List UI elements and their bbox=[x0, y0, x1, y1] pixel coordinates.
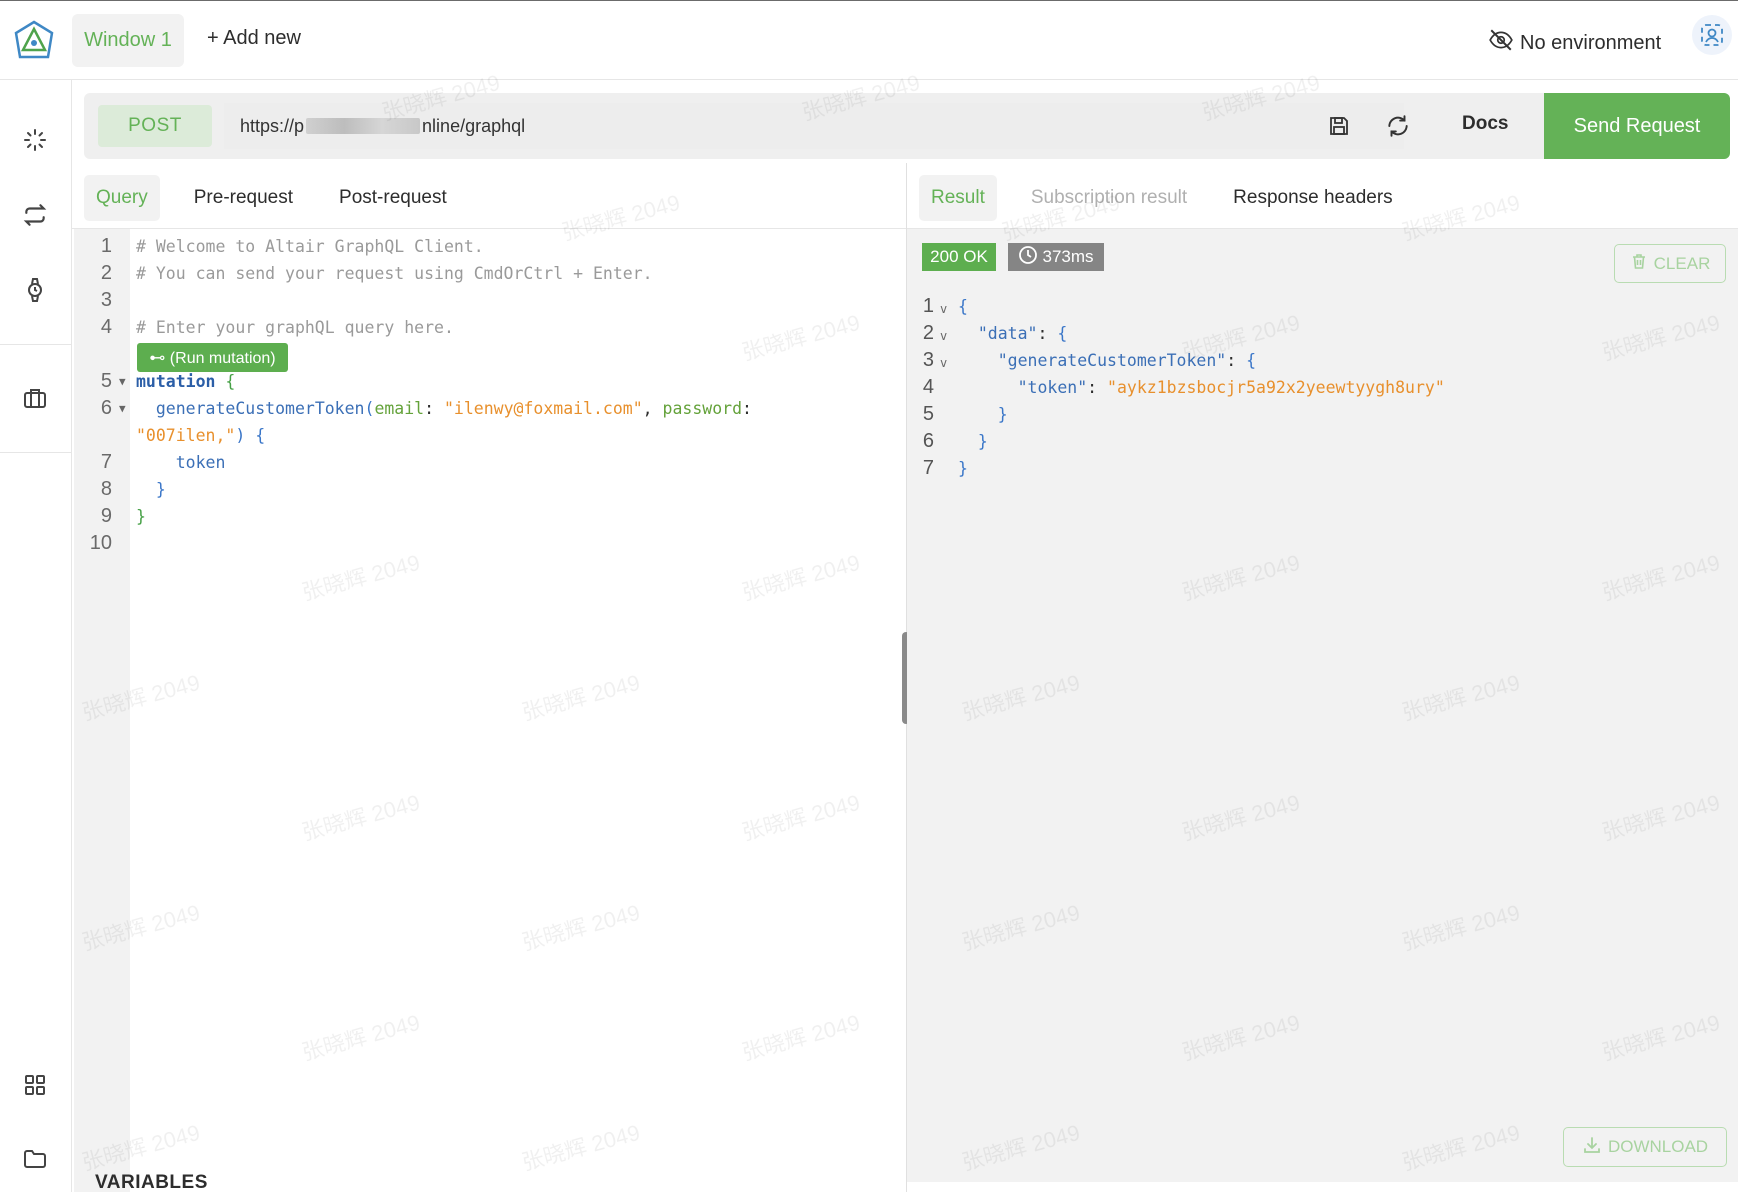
watermark: 张晓辉 2049 bbox=[519, 899, 643, 956]
variables-header[interactable]: VARIABLES bbox=[95, 1172, 208, 1194]
environment-label: No environment bbox=[1520, 31, 1662, 54]
line-number: 1 bbox=[100, 235, 112, 257]
fold-arrow-icon[interactable]: ▼ bbox=[119, 395, 126, 422]
line-number: 10 bbox=[89, 532, 112, 554]
save-icon[interactable] bbox=[1320, 107, 1358, 145]
url-input[interactable]: https://p nline/graphql bbox=[224, 103, 1404, 149]
code-function: generateCustomerToken bbox=[155, 399, 365, 418]
fold-arrow-icon[interactable]: v bbox=[940, 323, 947, 350]
clear-label: CLEAR bbox=[1653, 253, 1711, 273]
url-suffix: nline/graphql bbox=[422, 115, 526, 136]
url-prefix: https://p bbox=[240, 115, 305, 136]
fold-arrow-icon[interactable]: ▼ bbox=[119, 368, 126, 395]
tab-subscription-result[interactable]: Subscription result bbox=[1019, 175, 1199, 221]
fold-arrow-icon[interactable]: v bbox=[940, 296, 947, 323]
watch-icon[interactable] bbox=[20, 275, 50, 305]
watermark: 张晓辉 2049 bbox=[739, 549, 863, 606]
download-button[interactable]: DOWNLOAD bbox=[1563, 1127, 1727, 1167]
watermark: 张晓辉 2049 bbox=[519, 1119, 643, 1176]
code-comment: # Welcome to Altair GraphQL Client. bbox=[136, 237, 484, 256]
account-icon[interactable] bbox=[1692, 15, 1732, 55]
code-argument: email bbox=[374, 399, 425, 418]
code-comment: # Enter your graphQL query here. bbox=[136, 318, 454, 337]
add-window-button[interactable]: + Add new bbox=[207, 27, 301, 50]
line-number: 5 bbox=[100, 370, 112, 392]
watermark: 张晓辉 2049 bbox=[299, 1009, 423, 1066]
send-request-button[interactable]: Send Request bbox=[1544, 93, 1730, 159]
watermark: 张晓辉 2049 bbox=[739, 309, 863, 366]
run-mutation-button[interactable]: ⊷ (Run mutation) bbox=[137, 343, 288, 372]
download-icon bbox=[1582, 1135, 1602, 1160]
trash-icon bbox=[1630, 252, 1648, 275]
line-number: 6 bbox=[100, 397, 112, 419]
tab-response-headers[interactable]: Response headers bbox=[1221, 175, 1405, 221]
tab-result[interactable]: Result bbox=[919, 175, 997, 221]
result-tabs: Result Subscription result Response head… bbox=[919, 168, 1427, 228]
line-number: 2 bbox=[100, 262, 112, 284]
line-number: 4 bbox=[100, 316, 112, 338]
http-method-select[interactable]: POST bbox=[98, 105, 212, 147]
tab-query[interactable]: Query bbox=[84, 175, 160, 221]
code-string: "007ilen," bbox=[136, 426, 236, 445]
tab-post-request[interactable]: Post-request bbox=[327, 175, 459, 221]
watermark: 张晓辉 2049 bbox=[299, 789, 423, 846]
request-bar: POST https://p nline/graphql Docs Send Re… bbox=[84, 93, 1730, 159]
line-number: 8 bbox=[100, 478, 112, 500]
altair-logo-icon bbox=[12, 19, 56, 63]
code-field: token bbox=[175, 453, 226, 472]
sidebar-divider bbox=[0, 344, 72, 345]
json-key: "token" bbox=[1017, 378, 1088, 397]
loading-spinner-icon[interactable] bbox=[20, 125, 50, 155]
response-time-badge: 373ms bbox=[1008, 243, 1104, 271]
code-comment: # You can send your request using CmdOrC… bbox=[136, 264, 653, 283]
watermark: 张晓辉 2049 bbox=[559, 189, 683, 246]
clear-button[interactable]: CLEAR bbox=[1614, 244, 1726, 283]
clock-icon bbox=[1018, 245, 1038, 270]
watermark: 张晓辉 2049 bbox=[739, 1009, 863, 1066]
status-badge: 200 OK bbox=[922, 243, 996, 271]
left-sidebar bbox=[0, 80, 72, 1192]
line-number: 3 bbox=[100, 289, 112, 311]
watermark: 张晓辉 2049 bbox=[299, 549, 423, 606]
eye-off-icon bbox=[1488, 27, 1514, 59]
environment-selector[interactable]: No environment bbox=[1488, 27, 1661, 59]
code-string: "ilenwy@foxmail.com" bbox=[443, 399, 643, 418]
tab-pre-request[interactable]: Pre-request bbox=[182, 175, 305, 221]
fold-arrow-icon[interactable]: v bbox=[940, 350, 947, 377]
response-time: 373ms bbox=[1042, 247, 1094, 266]
line-number: 9 bbox=[100, 505, 112, 527]
folder-icon[interactable] bbox=[20, 1144, 50, 1174]
code-keyword: mutation bbox=[136, 372, 216, 391]
top-bar: Window 1 + Add new No environment bbox=[0, 0, 1738, 80]
docs-button[interactable]: Docs bbox=[1462, 113, 1508, 135]
line-number: 7 bbox=[100, 451, 112, 473]
sidebar-divider bbox=[0, 452, 72, 453]
query-tabs: Query Pre-request Post-request bbox=[84, 168, 481, 228]
code-argument: password bbox=[662, 399, 743, 418]
download-label: DOWNLOAD bbox=[1607, 1137, 1709, 1156]
json-string: "aykz1bzsbocjr5a92x2yeewtyygh8ury" bbox=[1107, 378, 1445, 397]
window-tab[interactable]: Window 1 bbox=[72, 14, 184, 67]
plugins-grid-icon[interactable] bbox=[20, 1070, 50, 1100]
repeat-icon[interactable] bbox=[20, 200, 50, 230]
watermark: 张晓辉 2049 bbox=[519, 669, 643, 726]
collection-icon[interactable] bbox=[20, 384, 50, 414]
redacted-url-segment bbox=[306, 118, 421, 134]
json-key: "data" bbox=[977, 324, 1038, 343]
watermark: 张晓辉 2049 bbox=[739, 789, 863, 846]
json-key: "generateCustomerToken" bbox=[997, 351, 1227, 370]
refresh-icon[interactable] bbox=[1379, 107, 1417, 145]
